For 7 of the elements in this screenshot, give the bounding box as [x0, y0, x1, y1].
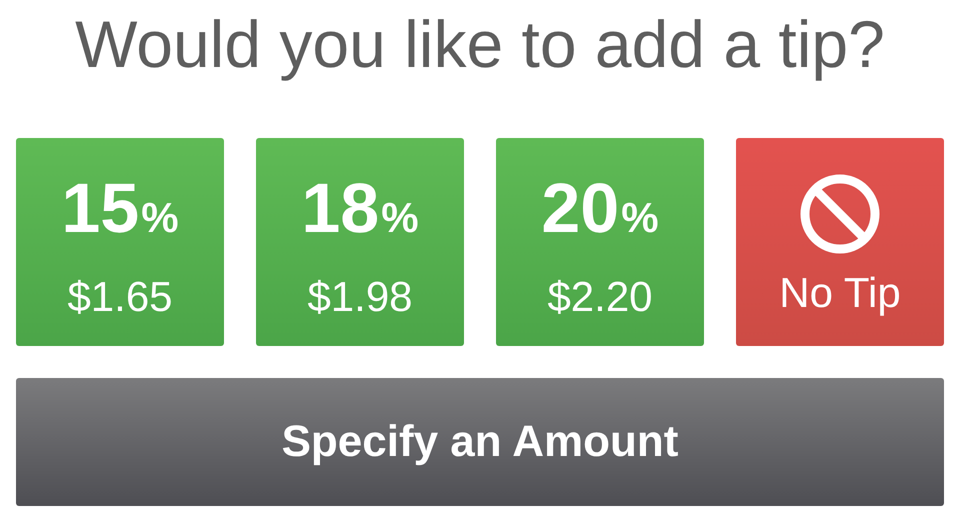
tip-percent-button[interactable]: 15% $1.65 — [16, 138, 224, 346]
no-tip-button[interactable]: No Tip — [736, 138, 944, 346]
prohibited-icon — [800, 174, 880, 254]
tip-percent-button[interactable]: 20% $2.20 — [496, 138, 704, 346]
specify-amount-button[interactable]: Specify an Amount — [16, 378, 944, 506]
tip-percent-button[interactable]: 18% $1.98 — [256, 138, 464, 346]
prompt-title: Would you like to add a tip? — [75, 6, 885, 83]
